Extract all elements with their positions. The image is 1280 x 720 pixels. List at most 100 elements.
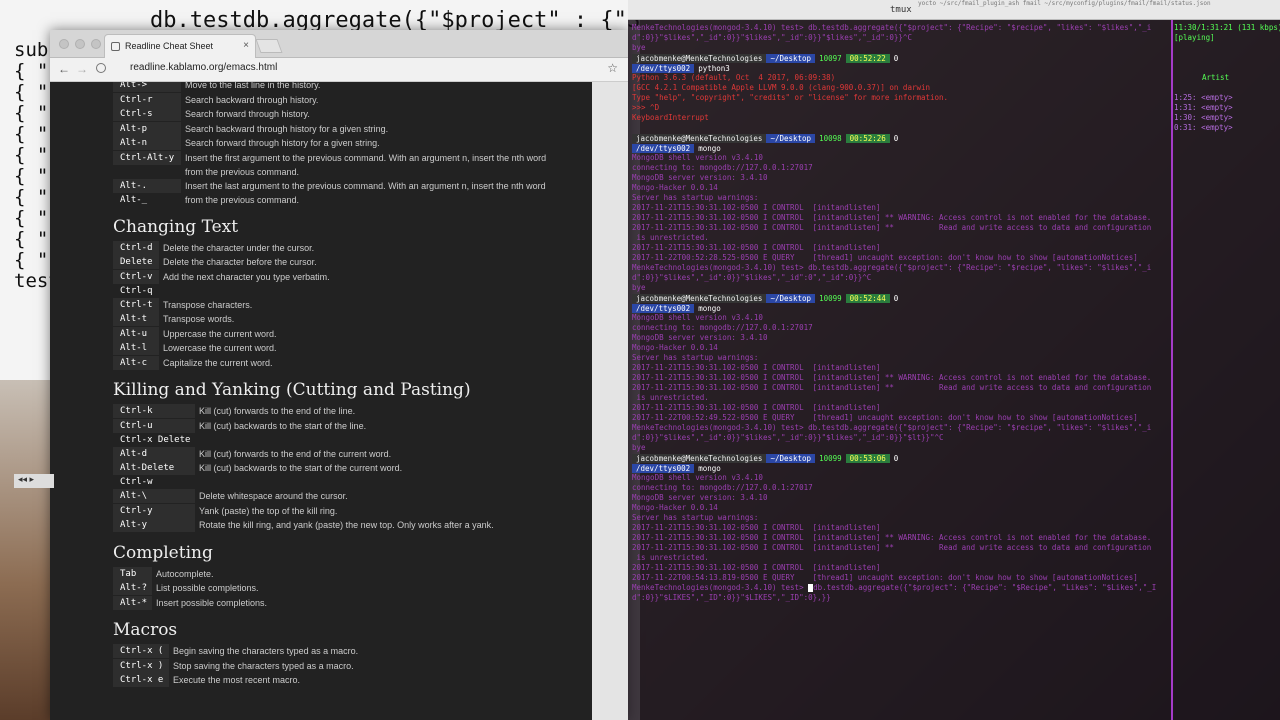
shortcut-description: Begin saving the characters typed as a m… [169, 644, 358, 658]
bookmark-star-icon[interactable]: ☆ [607, 61, 618, 75]
shortcut-description: Search forward through history for a giv… [181, 136, 380, 150]
terminal-line: connecting to: mongodb://127.0.0.1:27017 [632, 323, 813, 332]
maximize-window-icon[interactable] [91, 39, 101, 49]
terminal-line: MongoDB server version: 3.4.10 [632, 493, 768, 502]
prompt-exit-code: 0 [893, 134, 899, 143]
shortcut-row: Alt-u Uppercase the current word. [113, 326, 277, 341]
terminal-line: Mongo-Hacker 0.0.14 [632, 183, 718, 192]
terminal-line: Mongo-Hacker 0.0.14 [632, 343, 718, 352]
description-text: Kill (cut) backwards to the start of the… [199, 463, 403, 473]
description-text: Yank (paste) the top of the kill ring. [199, 505, 338, 516]
prompt-command: python3 [698, 64, 730, 73]
description-text-cont: from the previous command. [185, 194, 300, 205]
terminal-line: 2017-11-22T00:52:28.525-0500 E QUERY [th… [632, 253, 1138, 262]
shortcut-key: Ctrl-u Ctrl-x Delete [113, 418, 195, 445]
track-row[interactable]: 1:31: <empty> [1174, 103, 1233, 113]
prompt-directory: ~/Desktop [766, 454, 816, 463]
player-status: 11:30/1:31:21 (131 kbps) [1174, 23, 1280, 32]
description-text: List possible completions. [156, 583, 259, 593]
shortcut-key: Alt-. Alt-_ [113, 178, 181, 205]
shortcut-row: Ctrl-y Yank (paste) the top of the kill r… [113, 503, 338, 518]
terminal-line: 2017-11-21T15:30:31.102-0500 I CONTROL [… [632, 203, 881, 212]
shortcut-row: Alt-Delete Ctrl-w Kill (cut) backwards to … [113, 461, 403, 487]
key-combo: Alt-n [120, 138, 148, 148]
description-text: Execute the most recent macro. [173, 675, 301, 685]
browser-tab-bar: Readline Cheat Sheet × [50, 30, 628, 58]
section-heading: Completing [113, 542, 213, 563]
track-row[interactable]: 0:31: <empty> [1174, 123, 1233, 133]
key-combo: Ctrl-v [120, 271, 153, 282]
shortcut-row: Alt-* Insert possible completions. [113, 595, 267, 610]
terminal-line: MongoDB shell version v3.4.10 [632, 473, 763, 482]
terminal-line: bye [632, 443, 646, 452]
shell-prompt: jacobmenke@MenkeTechnologies ~/Desktop 100… [632, 294, 902, 303]
shortcut-row: Ctrl-k Kill (cut) forwards to the end of … [113, 404, 355, 418]
key-combo: Ctrl-x ) [120, 660, 164, 671]
terminal-line: MongoDB server version: 3.4.10 [632, 333, 768, 342]
description-text: Insert the first argument to the previou… [185, 152, 547, 163]
key-combo: Ctrl-t [120, 299, 153, 310]
tmux-left-pane[interactable]: MenkeTechnologies(mongod-3.4.10) test> d… [628, 20, 1172, 720]
site-info-icon[interactable] [96, 63, 106, 73]
shortcut-row: Alt-t Transpose words. [113, 312, 234, 326]
shortcut-row: Ctrl-s Search forward through history. [113, 107, 310, 121]
terminal-line: is unrestricted. [632, 233, 709, 242]
prompt-user: jacobmenke@MenkeTechnologies [632, 454, 767, 463]
shortcut-key: Alt-l [113, 341, 159, 355]
close-window-icon[interactable] [59, 39, 69, 49]
tmux-pane-divider[interactable] [1171, 20, 1173, 720]
new-tab-button[interactable] [255, 39, 283, 53]
shortcut-row: Ctrl-Alt-y Insert the first argument to t… [113, 150, 547, 177]
tmux-right-pane[interactable]: 11:30/1:31:21 (131 kbps) [playing] Artis… [1174, 20, 1280, 720]
shortcut-description: Delete the character before the cursor. [159, 255, 317, 269]
shortcut-row: Alt-d Kill (cut) forwards to the end of t… [113, 446, 391, 461]
url-field[interactable]: readline.kablamo.org/emacs.html [130, 62, 277, 73]
shortcut-key: Alt-? [113, 581, 152, 595]
shortcut-description: Stop saving the characters typed as a ma… [169, 659, 354, 673]
description-text: Search forward through history. [185, 109, 310, 119]
back-arrow-icon[interactable]: ← [58, 62, 70, 76]
key-combo: Alt-> [120, 82, 148, 90]
description-text: Add the next character you type verbatim… [163, 271, 330, 282]
shortcut-description: Insert the first argument to the previou… [181, 151, 547, 177]
prompt-tty: /dev/ttys002 [632, 64, 695, 73]
terminal-line: bye [632, 283, 646, 292]
terminal-line: >>> ^D [632, 103, 660, 112]
tab-close-icon[interactable]: × [243, 40, 249, 51]
window-controls [59, 39, 101, 49]
player-state: [playing] [1174, 33, 1215, 42]
shortcut-description: Search backward through history. [181, 93, 318, 107]
command-text: db.testdb.aggregate({"$project": {"Recip… [813, 583, 1157, 592]
terminal-line: KeyboardInterrupt [632, 113, 709, 122]
shortcut-key: Alt-> [113, 82, 181, 92]
active-command-line[interactable]: MenkeTechnologies(mongod-3.4.10) test> d… [632, 583, 1156, 593]
prompt-history-number: 10098 [819, 134, 842, 143]
key-combo: Alt-. [120, 180, 148, 191]
browser-tab[interactable]: Readline Cheat Sheet × [104, 34, 256, 58]
address-bar-row: ← → readline.kablamo.org/emacs.html ☆ [50, 58, 628, 82]
minimize-window-icon[interactable] [75, 39, 85, 49]
description-text: Stop saving the characters typed as a ma… [173, 660, 354, 671]
shortcut-description: Delete the character under the cursor. [159, 241, 314, 255]
shortcut-row: Ctrl-d Delete the character under the cur… [113, 240, 314, 255]
shortcut-key: Ctrl-t [113, 297, 159, 312]
description-text: Uppercase the current word. [163, 328, 277, 339]
terminal-line: 2017-11-22T00:52:49.522-0500 E QUERY [th… [632, 413, 1138, 422]
key-combo-alt: Alt-_ [120, 194, 148, 205]
shortcut-row: Ctrl-x ) Stop saving the characters typed… [113, 658, 354, 673]
horizontal-scroll-arrows[interactable]: ◂◂ ▸ [14, 474, 54, 488]
description-text: Kill (cut) forwards to the end of the cu… [199, 448, 392, 459]
shortcut-description: Kill (cut) forwards to the end of the li… [195, 404, 355, 418]
shortcut-description: Kill (cut) forwards to the end of the cu… [195, 447, 391, 461]
forward-arrow-icon[interactable]: → [76, 62, 88, 76]
terminal-line: d":0}}"$likes","_id":0}}"$likes","_id":0… [632, 273, 872, 282]
shortcut-key: Alt-t [113, 312, 159, 326]
prompt-command: mongo [698, 464, 721, 473]
shortcut-key: Ctrl-x ) [113, 658, 169, 673]
key-combo: Alt-u [120, 328, 148, 339]
track-row[interactable]: 1:30: <empty> [1174, 113, 1233, 123]
terminal-line: 2017-11-21T15:30:31.102-0500 I CONTROL [… [632, 223, 1152, 232]
terminal-line: MenkeTechnologies(mongod-3.4.10) test> d… [632, 23, 1152, 32]
track-row[interactable]: 1:25: <empty> [1174, 93, 1233, 103]
shortcut-key: Ctrl-v Ctrl-q [113, 269, 159, 296]
